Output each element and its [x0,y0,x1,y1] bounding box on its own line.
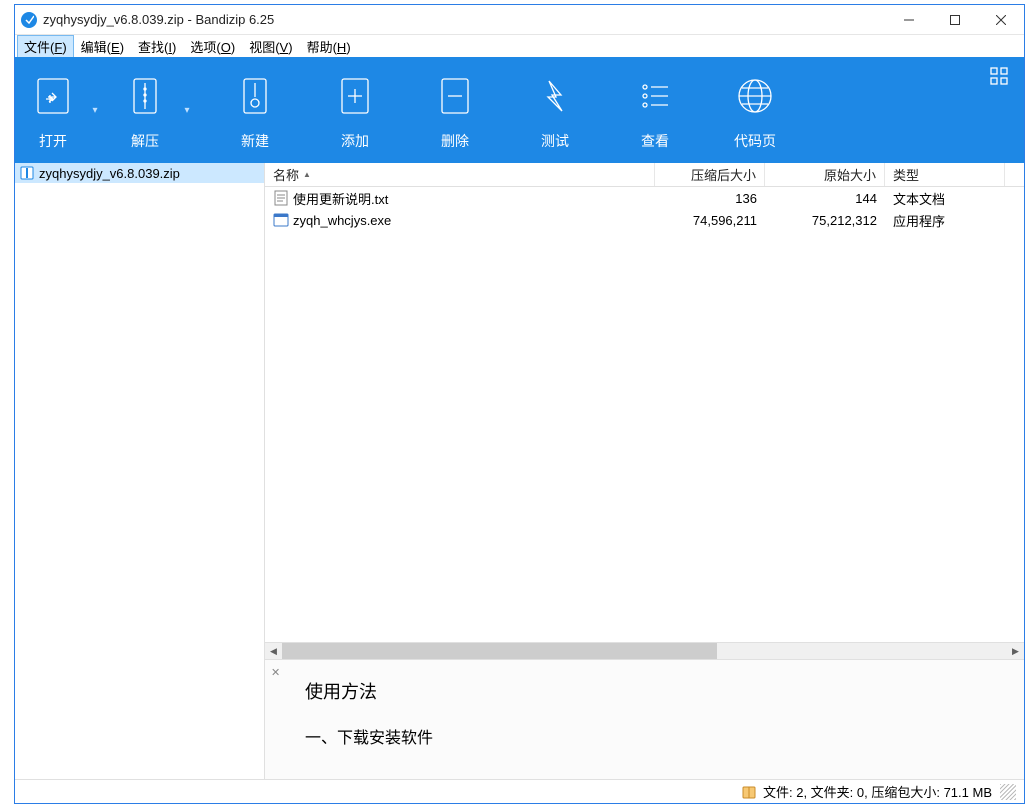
scroll-track[interactable] [282,643,1007,660]
file-name: 使用更新说明.txt [293,189,388,208]
preview-heading2: 一、下载安装软件 [305,724,996,748]
resize-grip[interactable] [1000,784,1016,800]
archive-icon [741,784,757,800]
toolbar-test[interactable]: 测试 [505,57,605,163]
txt-file-icon [273,190,289,206]
toolbar-view-label: 查看 [641,131,669,151]
extract-icon [124,75,166,120]
menu-edit[interactable]: 编辑(E) [74,35,131,58]
scroll-right-arrow[interactable]: ▶ [1007,643,1024,660]
menu-file[interactable]: 文件(F) [17,35,74,58]
preview-heading1: 使用方法 [305,678,996,704]
file-name: zyqh_whcjys.exe [293,213,391,228]
right-pane: 名称▲ 压缩后大小 原始大小 类型 使用更新说明.txt 136 144 文本文… [265,163,1024,779]
menu-view[interactable]: 视图(V) [242,35,299,58]
list-item[interactable]: zyqh_whcjys.exe 74,596,211 75,212,312 应用… [265,209,1024,231]
toolbar: 打开 ▾ 解压 ▾ 新建 添加 删除 测试 [15,57,1024,163]
preview-panel: ✕ 使用方法 一、下载安装软件 [265,659,1024,779]
test-icon [534,75,576,120]
title-bar: zyqhysydjy_v6.8.039.zip - Bandizip 6.25 [15,5,1024,35]
view-icon [634,75,676,120]
codepage-icon [734,75,776,120]
toolbar-delete-label: 删除 [441,131,469,151]
window-title: zyqhysydjy_v6.8.039.zip - Bandizip 6.25 [43,12,274,27]
delete-icon [434,75,476,120]
file-type: 文本文档 [885,189,1005,208]
toolbar-open-label: 打开 [39,131,67,151]
file-compressed: 136 [655,191,765,206]
status-bar: 文件: 2, 文件夹: 0, 压缩包大小: 71.1 MB [15,779,1024,803]
toolbar-new-label: 新建 [241,131,269,151]
app-window: zyqhysydjy_v6.8.039.zip - Bandizip 6.25 … [14,4,1025,804]
exe-file-icon [273,212,289,228]
toolbar-extract-dropdown[interactable]: ▾ [173,80,201,140]
column-original[interactable]: 原始大小 [765,163,885,186]
close-button[interactable] [978,5,1024,35]
file-list: 使用更新说明.txt 136 144 文本文档 zyqh_whcjys.exe … [265,187,1024,642]
tree-panel: zyqhysydjy_v6.8.039.zip [15,163,265,779]
toolbar-new[interactable]: 新建 [205,57,305,163]
toolbar-config[interactable] [990,67,1008,88]
toolbar-extract-label: 解压 [131,131,159,151]
app-icon [21,12,37,28]
column-name[interactable]: 名称▲ [265,163,655,186]
file-original: 144 [765,191,885,206]
maximize-button[interactable] [932,5,978,35]
column-compressed[interactable]: 压缩后大小 [655,163,765,186]
toolbar-add-label: 添加 [341,131,369,151]
column-type[interactable]: 类型 [885,163,1005,186]
body: zyqhysydjy_v6.8.039.zip 名称▲ 压缩后大小 原始大小 类… [15,163,1024,779]
tree-root-item[interactable]: zyqhysydjy_v6.8.039.zip [15,163,264,183]
background-artifacts-left [0,0,14,811]
toolbar-view[interactable]: 查看 [605,57,705,163]
toolbar-codepage-label: 代码页 [734,131,776,151]
sort-asc-icon: ▲ [303,170,311,179]
tree-root-label: zyqhysydjy_v6.8.039.zip [39,166,180,181]
menu-bar: 文件(F) 编辑(E) 查找(I) 选项(O) 视图(V) 帮助(H) [15,35,1024,57]
toolbar-open-dropdown[interactable]: ▾ [81,80,109,140]
list-item[interactable]: 使用更新说明.txt 136 144 文本文档 [265,187,1024,209]
toolbar-add[interactable]: 添加 [305,57,405,163]
toolbar-extract[interactable]: 解压 [117,69,173,151]
zip-icon [19,165,35,181]
toolbar-delete[interactable]: 删除 [405,57,505,163]
menu-options[interactable]: 选项(O) [183,35,242,58]
toolbar-open[interactable]: 打开 [25,69,81,151]
horizontal-scrollbar[interactable]: ◀ ▶ [265,642,1024,659]
scroll-left-arrow[interactable]: ◀ [265,643,282,660]
status-text: 文件: 2, 文件夹: 0, 压缩包大小: 71.1 MB [763,782,992,801]
scroll-thumb[interactable] [282,643,717,660]
open-icon [32,75,74,120]
preview-close-icon[interactable]: ✕ [271,666,280,679]
minimize-button[interactable] [886,5,932,35]
list-header: 名称▲ 压缩后大小 原始大小 类型 [265,163,1024,187]
menu-find[interactable]: 查找(I) [131,35,183,58]
file-type: 应用程序 [885,211,1005,230]
menu-help[interactable]: 帮助(H) [300,35,358,58]
new-icon [234,75,276,120]
add-icon [334,75,376,120]
toolbar-test-label: 测试 [541,131,569,151]
file-compressed: 74,596,211 [655,213,765,228]
toolbar-codepage[interactable]: 代码页 [705,57,805,163]
file-original: 75,212,312 [765,213,885,228]
